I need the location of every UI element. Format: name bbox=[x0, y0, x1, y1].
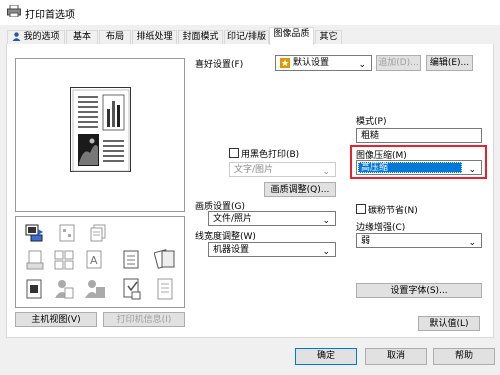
tab-label: 布局 bbox=[105, 32, 124, 42]
compression-value: 高压缩 bbox=[361, 163, 389, 173]
tab-stamp-layout[interactable]: 印记/排版 bbox=[224, 30, 269, 45]
account-track-icon bbox=[85, 280, 105, 298]
favorite-star-icon bbox=[280, 58, 290, 68]
tab-label: 封面模式 bbox=[182, 32, 219, 42]
page-preview-image bbox=[70, 87, 131, 172]
text-photo-select[interactable]: 文字/图片 ⌄ bbox=[229, 162, 336, 177]
compression-select[interactable]: 高压缩 ⌄ bbox=[356, 160, 482, 175]
black-print-label: 用黑色打印(B) bbox=[241, 150, 300, 160]
tab-cover-mode[interactable]: 封面模式 bbox=[178, 30, 223, 45]
quality-select[interactable]: 文件/照片 ⌄ bbox=[208, 211, 336, 226]
tab-label: 图像品质 bbox=[273, 29, 310, 39]
title-bar: 打印首选项 bbox=[0, 0, 500, 25]
person-icon bbox=[12, 32, 21, 41]
overlay-icon bbox=[157, 278, 173, 300]
preview-area bbox=[15, 58, 185, 212]
n-up-icon bbox=[54, 250, 74, 270]
favorite-value: 默认设置 bbox=[293, 58, 330, 68]
edge-enhance-select[interactable]: 弱 ⌄ bbox=[356, 233, 482, 248]
printer-info-button[interactable]: 打印机信息(I) bbox=[103, 312, 185, 327]
booklet-icon bbox=[154, 249, 175, 269]
add-favorite-button[interactable]: 追加(D)... bbox=[376, 55, 421, 71]
host-connection-icon[interactable] bbox=[25, 223, 45, 243]
tab-finishing[interactable]: 排纸处理 bbox=[132, 30, 177, 45]
paper-tray-icon bbox=[26, 250, 44, 270]
mode-label: 模式(P) bbox=[356, 117, 387, 127]
svg-text:A: A bbox=[90, 254, 98, 267]
font-icon: A bbox=[86, 250, 102, 269]
tab-label: 印记/排版 bbox=[226, 32, 267, 42]
tab-other[interactable]: 其它 bbox=[315, 30, 342, 45]
edit-favorite-button[interactable]: 编辑(E)... bbox=[426, 55, 473, 71]
mode-select[interactable]: 粗糙 bbox=[356, 128, 482, 143]
tab-basic[interactable]: 基本 bbox=[66, 30, 98, 45]
tab-image-quality[interactable]: 图像品质 bbox=[269, 27, 314, 45]
help-button[interactable]: 帮助 bbox=[433, 348, 495, 365]
window-title: 打印首选项 bbox=[25, 10, 75, 21]
main-view-button[interactable]: 主机视图(V) bbox=[15, 312, 97, 327]
line-width-select[interactable]: 机器设置 ⌄ bbox=[208, 242, 336, 257]
edge-enhance-label: 边缘增强(C) bbox=[356, 223, 406, 233]
chevron-down-icon: ⌄ bbox=[322, 247, 330, 257]
tab-my-options[interactable]: 我的选项 bbox=[7, 30, 65, 45]
document-icon bbox=[123, 250, 139, 269]
secure-print-icon bbox=[26, 279, 42, 299]
quick-icon-panel: A bbox=[15, 216, 185, 308]
text-photo-value: 文字/图片 bbox=[234, 165, 274, 175]
default-button[interactable]: 默认值(L) bbox=[418, 316, 480, 331]
proof-print-icon bbox=[123, 278, 141, 300]
chevron-down-icon: ⌄ bbox=[322, 167, 330, 177]
chevron-down-icon: ⌄ bbox=[468, 165, 476, 175]
ok-button[interactable]: 确定 bbox=[295, 348, 357, 365]
quality-value: 文件/照片 bbox=[213, 214, 253, 224]
black-print-checkbox[interactable] bbox=[229, 148, 239, 158]
edge-enhance-value: 弱 bbox=[361, 236, 371, 246]
tab-layout[interactable]: 布局 bbox=[99, 30, 131, 45]
tab-label: 基本 bbox=[72, 32, 91, 42]
staple-icon bbox=[59, 224, 75, 242]
favorite-select[interactable]: 默认设置 ⌄ bbox=[275, 55, 372, 71]
chevron-down-icon: ⌄ bbox=[468, 238, 476, 248]
toner-save-label: 碳粉节省(N) bbox=[368, 206, 418, 216]
chevron-down-icon: ⌄ bbox=[358, 60, 366, 70]
tab-label: 其它 bbox=[319, 32, 338, 42]
favorite-label: 喜好设置(F) bbox=[195, 60, 244, 70]
user-auth-icon bbox=[55, 280, 74, 299]
line-width-label: 线宽度调整(W) bbox=[195, 232, 256, 242]
copies-icon bbox=[90, 224, 106, 242]
printer-icon bbox=[7, 5, 21, 17]
font-settings-button[interactable]: 设置字体(S)... bbox=[356, 283, 482, 298]
toner-save-checkbox[interactable] bbox=[356, 204, 366, 214]
tab-label: 排纸处理 bbox=[136, 32, 173, 42]
image-adjust-button[interactable]: 画质调整(Q)... bbox=[264, 182, 336, 197]
chevron-down-icon: ⌄ bbox=[322, 216, 330, 226]
mode-value: 粗糙 bbox=[361, 131, 380, 141]
cancel-button[interactable]: 取消 bbox=[365, 348, 427, 365]
tab-label: 我的选项 bbox=[23, 32, 60, 42]
line-width-value: 机器设置 bbox=[213, 245, 250, 255]
